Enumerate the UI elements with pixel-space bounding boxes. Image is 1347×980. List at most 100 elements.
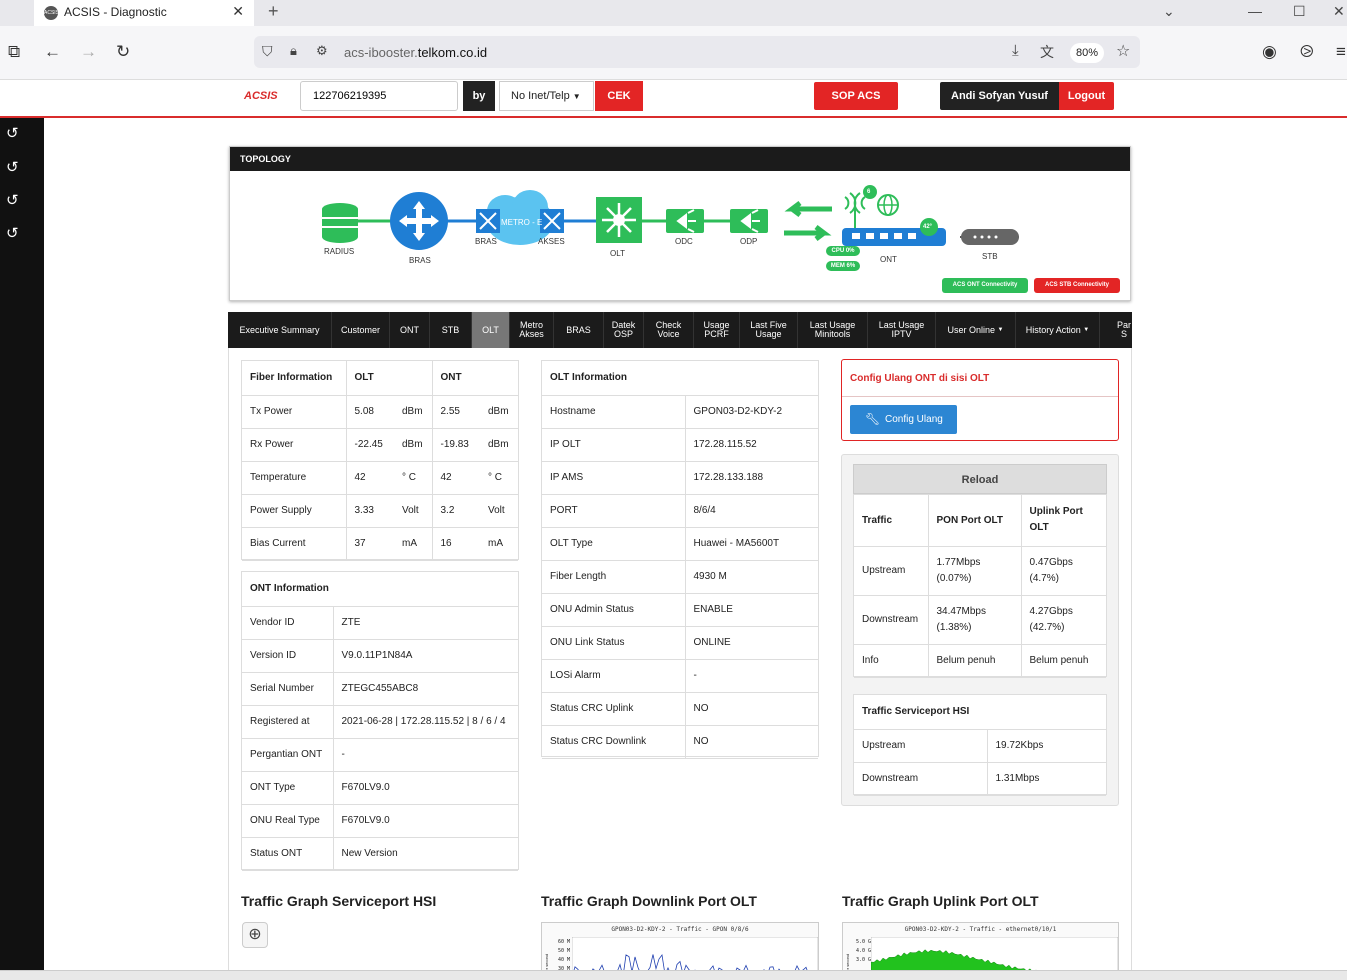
forward-icon[interactable]: → <box>80 42 97 62</box>
fiber-row: Temperature 42 ° C 42 ° C <box>242 461 518 495</box>
diagnostic-tabs: Executive Summary Customer ONT STB OLT M… <box>228 312 1132 348</box>
menu-icon[interactable]: ≡ <box>1336 42 1346 62</box>
ont-info-value: 2021-06-28 | 172.28.115.52 | 8 / 6 / 4 <box>332 705 518 739</box>
tab-olt[interactable]: OLT <box>472 312 510 348</box>
ont-info-row: Pergantian ONT - <box>242 738 518 772</box>
tab-bras[interactable]: BRAS <box>554 312 604 348</box>
add-graph-icon[interactable]: ⊕ <box>242 922 268 948</box>
history-icon[interactable]: ↺ <box>6 224 19 242</box>
extensions-icon[interactable]: ⧁ <box>1300 42 1314 62</box>
url-text[interactable]: acs-ibooster.telkom.co.id <box>344 45 487 60</box>
by-label: by <box>463 81 495 111</box>
fiber-header-blank <box>394 361 432 396</box>
sop-acs-button[interactable]: SOP ACS <box>814 82 898 110</box>
minimize-icon[interactable]: — <box>1248 3 1262 19</box>
olt-info-label: Status CRC Uplink <box>542 692 685 726</box>
ont-info-value: - <box>332 738 518 772</box>
permissions-icon[interactable]: ⚙ <box>316 43 328 59</box>
serviceport-cell: 1.31Mbps <box>986 762 1106 796</box>
traffic-row: Downstream 34.47Mbps (1.38%) 4.27Gbps (42.… <box>854 595 1106 645</box>
history-icon[interactable]: ↺ <box>6 191 19 209</box>
tab-par-s[interactable]: Par S <box>1114 312 1132 348</box>
back-icon[interactable]: ← <box>44 42 61 62</box>
tab-last-five-usage[interactable]: Last Five Usage <box>740 312 798 348</box>
bookmark-star-icon[interactable]: ☆ <box>1116 41 1130 61</box>
account-icon[interactable]: ◉ <box>1262 42 1277 62</box>
translate-icon[interactable]: 文 <box>1040 42 1054 62</box>
new-tab-icon[interactable]: + <box>268 1 279 22</box>
zoom-level[interactable]: 80% <box>1070 43 1104 63</box>
tab-check-voice[interactable]: Check Voice <box>644 312 694 348</box>
ont-info-label: Serial Number <box>242 672 333 706</box>
acs-stb-connectivity-button[interactable]: ACS STB Connectivity <box>1034 278 1120 293</box>
reload-button[interactable]: Reload <box>853 464 1107 494</box>
fiber-cell: 5.08 <box>345 395 394 429</box>
search-input[interactable] <box>300 81 458 111</box>
fiber-cell: Volt <box>394 494 432 528</box>
tab-datek-osp[interactable]: Datek OSP <box>604 312 644 348</box>
close-window-icon[interactable]: ✕ <box>1333 3 1345 20</box>
traffic-cell: Downstream <box>854 595 928 645</box>
tab-metro-akses[interactable]: Metro Akses <box>510 312 554 348</box>
close-tab-icon[interactable]: ✕ <box>232 3 244 20</box>
filter-select-value: No Inet/Telp <box>511 90 570 102</box>
fiber-cell: ° C <box>480 461 518 495</box>
cek-button[interactable]: CEK <box>595 81 643 111</box>
tab-stb[interactable]: STB <box>430 312 472 348</box>
filter-select[interactable]: No Inet/Telp ▼ <box>499 81 594 111</box>
address-bar[interactable]: ⛉ 🔒︎ ⚙ acs-ibooster.telkom.co.id ⤓ 文 ☆ <box>254 36 1140 68</box>
fiber-header: Fiber Information <box>242 361 346 396</box>
tab-last-usage-minitools[interactable]: Last Usage Minitools <box>798 312 868 348</box>
fiber-cell: 3.33 <box>345 494 394 528</box>
odc-icon <box>666 209 704 233</box>
save-page-icon[interactable]: ⤓ <box>1012 42 1019 59</box>
config-ulang-button[interactable]: 🔧︎ Config Ulang <box>850 405 957 434</box>
tab-user-online-label: User Online <box>947 324 996 335</box>
graph-hsi-title: Traffic Graph Serviceport HSI <box>241 893 437 909</box>
tab-customer[interactable]: Customer <box>332 312 390 348</box>
tab-history-action[interactable]: History Action ▼ <box>1016 312 1100 348</box>
ont-info-row: Status ONT New Version <box>242 837 518 871</box>
stb-label: STB <box>982 252 998 261</box>
app-logo[interactable]: ACSIS <box>244 90 278 102</box>
tab-usage-pcrf[interactable]: Usage PCRF <box>694 312 740 348</box>
logout-button[interactable]: Logout <box>1059 82 1114 110</box>
tab-history-action-label: History Action <box>1025 324 1081 335</box>
tab-last-usage-iptv[interactable]: Last Usage IPTV <box>868 312 936 348</box>
tab-list-chevron-icon[interactable]: ⌄ <box>1163 3 1175 20</box>
fiber-cell: Tx Power <box>242 395 346 429</box>
maximize-icon[interactable]: ☐ <box>1293 3 1306 20</box>
user-name-button[interactable]: Andi Sofyan Yusuf <box>940 82 1059 110</box>
olt-info-label: Hostname <box>542 395 685 429</box>
divider <box>842 396 1118 397</box>
traffic-header: Traffic <box>854 495 928 547</box>
fiber-cell: dBm <box>480 428 518 462</box>
fiber-cell: dBm <box>394 395 432 429</box>
fiber-cell: -22.45 <box>345 428 394 462</box>
tab-executive-summary[interactable]: Executive Summary <box>228 312 332 348</box>
reload-icon[interactable]: ↻ <box>116 42 130 62</box>
olt-info-value: GPON03-D2-KDY-2 <box>684 395 818 429</box>
fiber-cell: 3.2 <box>431 494 480 528</box>
shield-icon[interactable]: ⛉ <box>262 43 273 60</box>
tab-ont[interactable]: ONT <box>390 312 430 348</box>
history-icon[interactable]: ↺ <box>6 124 19 142</box>
acs-ont-connectivity-button[interactable]: ACS ONT Connectivity <box>942 278 1028 293</box>
olt-information-panel: OLT Information Hostname GPON03-D2-KDY-2 I… <box>541 360 819 759</box>
olt-info-row: Status CRC Downlink NO <box>542 725 818 759</box>
serviceport-table: Traffic Serviceport HSI Upstream 19.72Kbp… <box>854 695 1106 796</box>
ont-info-label: Vendor ID <box>242 606 333 640</box>
horizontal-scrollbar[interactable] <box>0 970 1347 980</box>
sidebar-toggle-icon[interactable]: ⧉ <box>8 42 20 62</box>
olt-info-value: 4930 M <box>684 560 818 594</box>
browser-tab[interactable]: ACSIS ACSIS - Diagnostic ✕ <box>34 0 254 26</box>
ont-info-value: F670LV9.0 <box>332 771 518 805</box>
history-icon[interactable]: ↺ <box>6 158 19 176</box>
olt-info-label: ONU Admin Status <box>542 593 685 627</box>
lock-icon[interactable]: 🔒︎ <box>290 43 297 59</box>
olt-info-value: - <box>684 659 818 693</box>
tab-user-online[interactable]: User Online ▼ <box>936 312 1016 348</box>
fiber-cell: ° C <box>394 461 432 495</box>
olt-info-value: 172.28.115.52 <box>684 428 818 462</box>
ont-info-value: F670LV9.0 <box>332 804 518 838</box>
